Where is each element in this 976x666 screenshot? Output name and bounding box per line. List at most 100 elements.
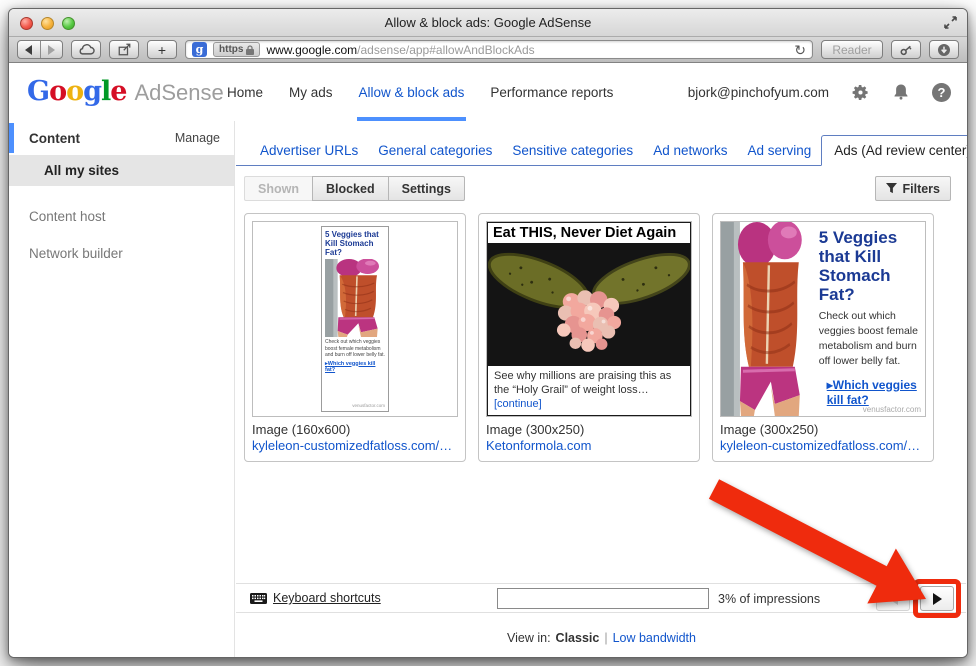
sidebar: Content Manage All my sites Content host… — [9, 121, 235, 657]
ad-caption: Image (160x600) kyleleon-customizedfatlo… — [252, 422, 458, 454]
tab-ad-networks[interactable]: Ad networks — [643, 136, 737, 165]
ad-preview-area: Eat THIS, Never Diet Again See why milli… — [486, 221, 692, 417]
sidebar-item-all-my-sites[interactable]: All my sites — [9, 155, 234, 186]
status-bar: Keyboard shortcuts 3% of impressions — [236, 583, 966, 613]
ad-caption: Image (300x250) Ketonformola.com — [486, 422, 692, 454]
close-window-button[interactable] — [20, 17, 33, 30]
bell-icon[interactable] — [892, 83, 910, 101]
google-adsense-logo: Google AdSense — [27, 76, 224, 107]
logo-letter: G — [27, 76, 49, 107]
ad-destination-link[interactable]: kyleleon-customizedfatloss.com/… — [252, 438, 458, 454]
ad-destination-link[interactable]: Ketonformola.com — [486, 438, 692, 454]
product-name: AdSense — [134, 80, 223, 106]
logo-letter: e — [110, 76, 126, 107]
reload-icon[interactable] — [794, 43, 806, 57]
share-icon — [117, 42, 132, 57]
new-tab-button[interactable]: + — [147, 40, 177, 59]
window-controls — [20, 17, 75, 30]
nav-performance-reports[interactable]: Performance reports — [490, 63, 613, 121]
url-domain: www.google.com — [266, 43, 357, 57]
ad-body-text: See why millions are praising this as th… — [488, 366, 690, 415]
tab-advertiser-urls[interactable]: Advertiser URLs — [250, 136, 368, 165]
tab-ads-ad-review-center[interactable]: Ads (Ad review center) — [821, 135, 968, 166]
plus-icon: + — [158, 43, 166, 57]
ad-size-label: Image (300x250) — [720, 422, 818, 437]
password-extension-button[interactable] — [891, 40, 921, 59]
ad-cta-link: Which veggies kill fat? — [827, 378, 918, 408]
ad-creative-rectangle: Eat THIS, Never Diet Again See why milli… — [487, 222, 691, 416]
filters-button[interactable]: Filters — [875, 176, 951, 201]
reader-button[interactable]: Reader — [821, 40, 883, 59]
keyboard-icon — [250, 593, 267, 604]
finger-lime-illustration — [488, 243, 690, 366]
ad-creative-rectangle: 5 Veggies that Kill Stomach Fat? Check o… — [721, 222, 925, 416]
logo-letter: o — [66, 76, 83, 107]
nav-allow-block-ads[interactable]: Allow & block ads — [359, 63, 465, 121]
key-icon — [898, 42, 914, 58]
shown-button[interactable]: Shown — [244, 176, 313, 201]
nav-home[interactable]: Home — [227, 63, 263, 121]
titlebar: Allow & block ads: Google AdSense — [9, 9, 967, 37]
browser-toolbar: + g https www.google.com/adsense/app#all… — [9, 37, 967, 63]
previous-page-button[interactable] — [876, 586, 910, 611]
fruit-ad-image — [488, 243, 690, 366]
next-page-button[interactable] — [920, 586, 954, 611]
url-path: /adsense/app#allowAndBlockAds — [357, 43, 534, 57]
ad-cta-link: Which veggies kill fat? — [325, 361, 385, 373]
fullscreen-icon[interactable] — [944, 16, 957, 29]
download-icon — [936, 42, 952, 58]
ad-headline: 5 Veggies that Kill Stomach Fat? — [819, 228, 918, 304]
ad-headline: Eat THIS, Never Diet Again — [488, 223, 690, 243]
ad-cards-row: 5 Veggies that Kill Stomach Fat? Check o… — [244, 213, 967, 462]
separator: | — [604, 631, 607, 645]
ad-size-label: Image (160x600) — [252, 422, 350, 437]
ad-card[interactable]: Eat THIS, Never Diet Again See why milli… — [478, 213, 700, 462]
manage-link[interactable]: Manage — [175, 131, 220, 145]
keyboard-shortcuts-link[interactable]: Keyboard shortcuts — [250, 591, 381, 605]
zoom-window-button[interactable] — [62, 17, 75, 30]
account-email: bjork@pinchofyum.com — [688, 85, 829, 100]
tab-general-categories[interactable]: General categories — [368, 136, 502, 165]
ad-destination-link[interactable]: kyleleon-customizedfatloss.com/… — [720, 438, 926, 454]
help-icon[interactable] — [932, 83, 951, 102]
blocked-button[interactable]: Blocked — [312, 176, 389, 201]
adsense-app: Google AdSense Home My ads Allow & block… — [9, 63, 967, 657]
filter-funnel-icon — [886, 183, 897, 194]
address-bar[interactable]: g https www.google.com/adsense/app#allow… — [185, 40, 813, 59]
ad-card[interactable]: 5 Veggies that Kill Stomach Fat? Check o… — [712, 213, 934, 462]
view-classic-label: Classic — [556, 631, 600, 645]
ad-preview-area: 5 Veggies that Kill Stomach Fat? Check o… — [720, 221, 926, 417]
next-arrow-icon — [933, 593, 942, 605]
https-badge: https — [213, 42, 260, 57]
icloud-tabs-button[interactable] — [71, 40, 101, 59]
sidebar-item-content-host[interactable]: Content host — [9, 203, 234, 229]
ad-size-label: Image (300x250) — [486, 422, 584, 437]
forward-button[interactable] — [40, 41, 63, 58]
sidebar-item-network-builder[interactable]: Network builder — [9, 240, 234, 266]
forward-arrow-icon — [48, 45, 55, 55]
torso-ad-image — [325, 259, 385, 337]
back-button[interactable] — [18, 41, 40, 58]
ad-body-text: Check out which veggies boost female met… — [819, 309, 918, 369]
minimize-window-button[interactable] — [41, 17, 54, 30]
low-bandwidth-link[interactable]: Low bandwidth — [613, 631, 696, 645]
ad-attribution: venusfactor.com — [863, 405, 921, 414]
app-body: Content Manage All my sites Content host… — [9, 121, 967, 657]
ad-creative-skyscraper: 5 Veggies that Kill Stomach Fat? Check o… — [321, 226, 389, 412]
downloads-button[interactable] — [929, 40, 959, 59]
nav-my-ads[interactable]: My ads — [289, 63, 333, 121]
pagination — [876, 586, 954, 611]
ad-card[interactable]: 5 Veggies that Kill Stomach Fat? Check o… — [244, 213, 466, 462]
next-page-button-wrapper — [920, 586, 954, 611]
view-in-label: View in: — [507, 631, 551, 645]
https-label: https — [219, 44, 243, 55]
tab-sensitive-categories[interactable]: Sensitive categories — [502, 136, 643, 165]
share-button[interactable] — [109, 40, 139, 59]
impressions-label: 3% of impressions — [718, 592, 820, 606]
settings-button[interactable]: Settings — [388, 176, 465, 201]
gear-icon[interactable] — [851, 83, 870, 102]
shown-blocked-settings-group: Shown Blocked Settings — [244, 176, 465, 201]
cloud-icon — [77, 43, 96, 56]
tab-ad-serving[interactable]: Ad serving — [737, 136, 821, 165]
google-favicon-icon: g — [192, 42, 207, 57]
